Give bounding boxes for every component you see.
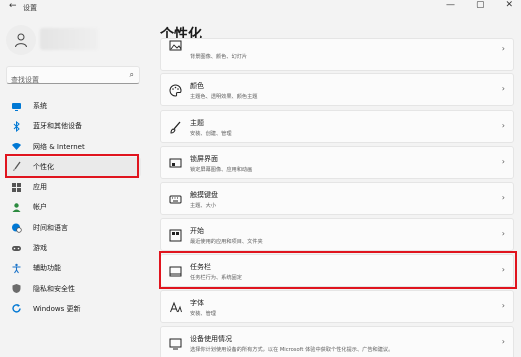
sidebar-item-label: 蓝牙和其他设备 — [33, 122, 82, 131]
start-icon — [169, 229, 182, 242]
person-icon — [11, 202, 22, 213]
settings-card-2[interactable]: 主题安装、创建、管理 › — [160, 110, 514, 143]
update-icon — [11, 303, 22, 314]
main-content: 个性化 背景图像、颜色、幻灯片 › 颜色 主题色、透明效果、颜色主题 › 主题 安装、创建、… — [148, 16, 521, 357]
chevron-right-icon: › — [501, 193, 505, 202]
sidebar-item-label: 系统 — [33, 102, 47, 110]
monitor-icon — [11, 101, 22, 112]
settings-card-0[interactable]: 背景图像、颜色、幻灯片 › — [160, 38, 514, 71]
window-title: 设置 — [23, 4, 37, 12]
chevron-right-icon: › — [501, 337, 505, 346]
card-title: 锁屏界面 — [190, 155, 218, 163]
sidebar-item-label: 辅助功能 — [33, 264, 61, 273]
bluetooth-icon — [11, 120, 22, 132]
highlight-box-taskbar — [159, 251, 517, 289]
chevron-right-icon: › — [501, 157, 505, 166]
close-button[interactable]: ✕ — [505, 0, 513, 10]
sidebar-item-9[interactable]: 隐私和安全性 — [5, 279, 141, 299]
card-title: 开始 — [190, 227, 204, 235]
chevron-right-icon: › — [501, 84, 505, 93]
nav-list: 系统 蓝牙和其他设备 网络 & Internet 个性化 应用 帐户 时间和语言 游戏 辅助功能… — [5, 96, 141, 319]
card-subtitle: 最近使用的应用和项目、文件夹 — [190, 239, 263, 245]
highlight-box-personalization — [5, 154, 139, 178]
chevron-right-icon: › — [501, 44, 505, 53]
card-title: 颜色 — [190, 82, 204, 90]
settings-card-1[interactable]: 颜色主题色、透明效果、颜色主题 › — [160, 73, 514, 106]
accessibility-icon — [11, 263, 22, 274]
image-icon — [169, 39, 182, 52]
settings-card-3[interactable]: 锁屏界面锁定屏幕图像、应用和动画 › — [160, 146, 514, 179]
sidebar-item-label: 帐户 — [33, 203, 47, 212]
card-subtitle: 背景图像、颜色、幻灯片 — [190, 54, 248, 60]
sidebar-item-6[interactable]: 时间和语言 — [5, 218, 141, 238]
sidebar-item-label: 时间和语言 — [33, 223, 68, 232]
chevron-right-icon: › — [501, 229, 505, 238]
keyboard-icon — [169, 193, 182, 206]
chevron-right-icon: › — [501, 121, 505, 130]
sidebar-item-5[interactable]: 帐户 — [5, 197, 141, 217]
globe-clock-icon — [11, 222, 22, 233]
account-name-blurred — [40, 28, 98, 50]
card-subtitle: 锁定屏幕图像、应用和动画 — [190, 167, 253, 173]
sidebar-item-1[interactable]: 蓝牙和其他设备 — [5, 116, 141, 136]
settings-card-8[interactable]: 设备使用情况选择你计划使用设备的所有方式，以在 Microsoft 体验中获取个… — [160, 326, 514, 357]
apps-icon — [11, 182, 22, 193]
sidebar-item-label: Windows 更新 — [33, 304, 81, 313]
sidebar-item-label: 隐私和安全性 — [33, 284, 75, 293]
maximize-button[interactable]: ▢ — [476, 0, 485, 10]
card-subtitle: 安装、管理 — [190, 311, 216, 317]
title-bar: ← 设置 — ▢ ✕ — [0, 0, 521, 16]
card-title: 字体 — [190, 299, 204, 307]
minimize-button[interactable]: — — [446, 0, 455, 10]
sidebar-item-0[interactable]: 系统 — [5, 96, 141, 116]
font-icon — [169, 301, 182, 314]
search-icon[interactable]: ⌕ — [130, 70, 134, 80]
search-input[interactable] — [7, 72, 117, 88]
sidebar: ⌕ 系统蓝牙和其他设备网络 & Internet个性化应用帐户时间和语言游戏辅助… — [0, 16, 148, 357]
person-icon — [15, 33, 27, 48]
sidebar-item-10[interactable]: Windows 更新 — [5, 299, 141, 319]
back-button[interactable]: ← — [9, 1, 17, 11]
shield-icon — [11, 283, 22, 294]
card-subtitle: 选择你计划使用设备的所有方式，以在 Microsoft 体验中获取个性化提示、广… — [190, 347, 394, 353]
card-title: 触摸键盘 — [190, 191, 218, 199]
chevron-right-icon: › — [501, 301, 505, 310]
device-usage-icon — [169, 337, 182, 350]
gamepad-icon — [11, 243, 22, 254]
sidebar-item-7[interactable]: 游戏 — [5, 238, 141, 258]
settings-card-7[interactable]: 字体安装、管理 › — [160, 290, 514, 323]
card-subtitle: 主题色、透明效果、颜色主题 — [190, 94, 258, 100]
sidebar-item-label: 游戏 — [33, 244, 47, 253]
card-title: 设备使用情况 — [190, 335, 232, 343]
settings-card-5[interactable]: 开始最近使用的应用和项目、文件夹 › — [160, 218, 514, 251]
wifi-icon — [11, 141, 22, 152]
window-controls: — ▢ ✕ — [446, 0, 513, 10]
settings-card-4[interactable]: 触摸键盘主题、大小 › — [160, 182, 514, 215]
brush-theme-icon — [169, 121, 182, 134]
card-subtitle: 主题、大小 — [190, 203, 216, 209]
sidebar-item-label: 应用 — [33, 183, 47, 192]
avatar[interactable] — [6, 25, 36, 55]
card-subtitle: 安装、创建、管理 — [190, 131, 232, 137]
search-box[interactable]: ⌕ — [6, 66, 140, 88]
sidebar-item-label: 网络 & Internet — [33, 142, 85, 151]
sidebar-item-4[interactable]: 应用 — [5, 177, 141, 197]
sidebar-item-8[interactable]: 辅助功能 — [5, 258, 141, 278]
card-title: 主题 — [190, 119, 204, 127]
lock-screen-icon — [169, 157, 182, 170]
palette-icon — [169, 84, 182, 97]
